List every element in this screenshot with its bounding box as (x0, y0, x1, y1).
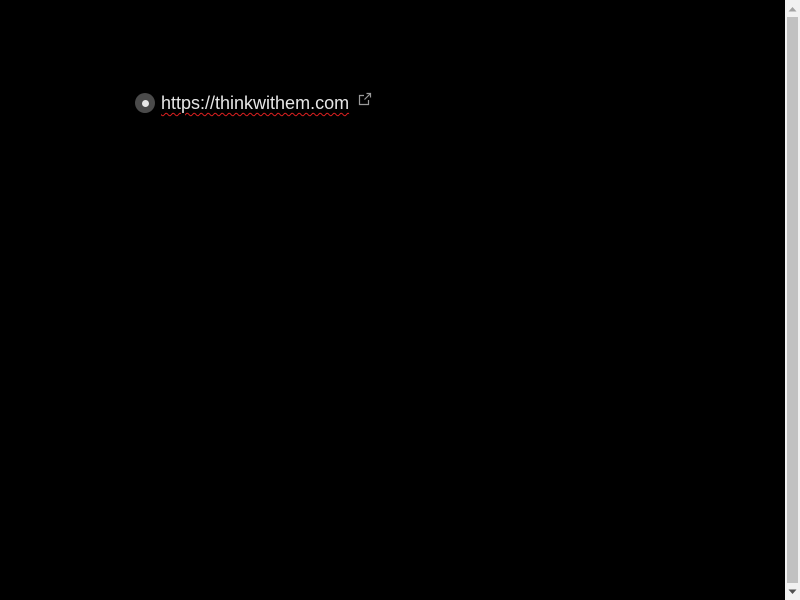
scrollbar-thumb[interactable] (787, 17, 798, 583)
external-link-icon[interactable] (357, 91, 373, 107)
bullet-dot-inner (141, 99, 149, 107)
item-text[interactable]: https://thinkwithem.com (161, 90, 349, 116)
outline-item: https://thinkwithem.com (135, 90, 373, 116)
scroll-down-arrow-icon[interactable] (785, 583, 800, 600)
document-canvas: https://thinkwithem.com (0, 0, 785, 600)
bullet-dot-icon[interactable] (135, 93, 155, 113)
scroll-up-arrow-icon[interactable] (785, 0, 800, 17)
vertical-scrollbar[interactable] (785, 0, 800, 600)
